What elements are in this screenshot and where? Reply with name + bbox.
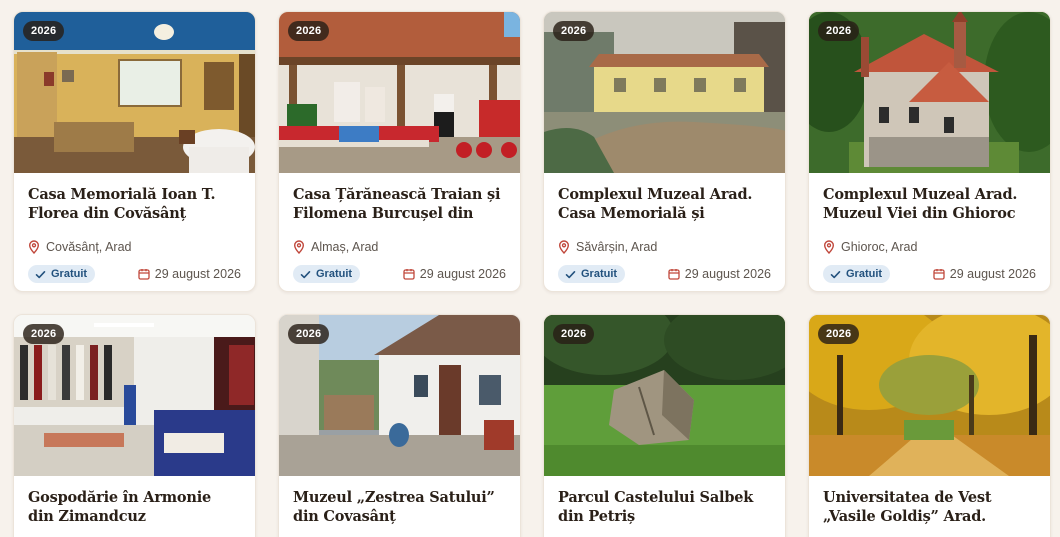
date-text: 29 august 2026 <box>684 267 771 281</box>
event-title[interactable]: Muzeul „Zestrea Satului” din Covasânț <box>293 488 506 526</box>
event-image: 2026 <box>809 12 1050 173</box>
event-title[interactable]: Parcul Castelului Salbek din Petriș <box>558 488 771 526</box>
map-pin-icon <box>823 240 835 254</box>
map-pin-icon <box>293 240 305 254</box>
location-text: Ghioroc, Arad <box>841 240 918 254</box>
event-location: Săvârșin, Arad <box>558 240 771 254</box>
event-image: 2026 <box>544 315 785 476</box>
price-badge: Gratuit <box>823 265 891 283</box>
price-badge: Gratuit <box>293 265 361 283</box>
year-badge: 2026 <box>818 324 860 344</box>
event-card[interactable]: 2026 Casa Țărănească Traian și Filomena … <box>278 11 521 292</box>
year-badge: 2026 <box>553 21 595 41</box>
event-title[interactable]: Complexul Muzeal Arad. Casa Memorială și… <box>558 185 771 223</box>
event-title[interactable]: Universitatea de Vest „Vasile Goldiș” Ar… <box>823 488 1036 526</box>
price-badge: Gratuit <box>558 265 626 283</box>
event-image: 2026 <box>544 12 785 173</box>
event-card[interactable]: 2026 Muzeul „Zestrea Satului” din Covasâ… <box>278 314 521 537</box>
event-card[interactable]: 2026 Complexul Muzeal Arad. Casa Memoria… <box>543 11 786 292</box>
event-image: 2026 <box>279 12 520 173</box>
event-title[interactable]: Casa Memorială Ioan T. Florea din Covăsâ… <box>28 185 241 223</box>
year-badge: 2026 <box>553 324 595 344</box>
event-card[interactable]: 2026 Universitatea de Vest „Vasile Goldi… <box>808 314 1051 537</box>
date-text: 29 august 2026 <box>419 267 506 281</box>
event-location: Ghioroc, Arad <box>823 240 1036 254</box>
event-card[interactable]: 2026 Complexul Muzeal Arad. Muzeul Viei … <box>808 11 1051 292</box>
date-text: 29 august 2026 <box>949 267 1036 281</box>
event-card[interactable]: 2026 Gospodărie în Armonie din Zimandcuz <box>13 314 256 537</box>
event-image: 2026 <box>279 315 520 476</box>
event-card[interactable]: 2026 Parcul Castelului Salbek din Petriș <box>543 314 786 537</box>
location-text: Săvârșin, Arad <box>576 240 658 254</box>
check-icon <box>830 270 841 278</box>
date-text: 29 august 2026 <box>154 267 241 281</box>
map-pin-icon <box>28 240 40 254</box>
location-text: Covăsânț, Arad <box>46 240 132 254</box>
calendar-icon <box>138 269 150 280</box>
event-date: 29 august 2026 <box>933 267 1036 281</box>
event-title[interactable]: Complexul Muzeal Arad. Muzeul Viei din G… <box>823 185 1036 223</box>
price-text: Gratuit <box>846 268 883 280</box>
location-text: Almaș, Arad <box>311 240 379 254</box>
event-image: 2026 <box>14 315 255 476</box>
event-title[interactable]: Gospodărie în Armonie din Zimandcuz <box>28 488 241 526</box>
year-badge: 2026 <box>23 324 65 344</box>
price-text: Gratuit <box>51 268 88 280</box>
price-text: Gratuit <box>581 268 618 280</box>
map-pin-icon <box>558 240 570 254</box>
year-badge: 2026 <box>288 21 330 41</box>
year-badge: 2026 <box>288 324 330 344</box>
event-date: 29 august 2026 <box>403 267 506 281</box>
check-icon <box>300 270 311 278</box>
event-date: 29 august 2026 <box>138 267 241 281</box>
check-icon <box>565 270 576 278</box>
event-location: Almaș, Arad <box>293 240 506 254</box>
event-image: 2026 <box>14 12 255 173</box>
event-card[interactable]: 2026 Casa Memorială Ioan T. Florea din C… <box>13 11 256 292</box>
check-icon <box>35 270 46 278</box>
year-badge: 2026 <box>818 21 860 41</box>
price-text: Gratuit <box>316 268 353 280</box>
calendar-icon <box>403 269 415 280</box>
event-image: 2026 <box>809 315 1050 476</box>
event-date: 29 august 2026 <box>668 267 771 281</box>
calendar-icon <box>668 269 680 280</box>
calendar-icon <box>933 269 945 280</box>
event-location: Covăsânț, Arad <box>28 240 241 254</box>
year-badge: 2026 <box>23 21 65 41</box>
price-badge: Gratuit <box>28 265 96 283</box>
event-title[interactable]: Casa Țărănească Traian și Filomena Burcu… <box>293 185 506 223</box>
